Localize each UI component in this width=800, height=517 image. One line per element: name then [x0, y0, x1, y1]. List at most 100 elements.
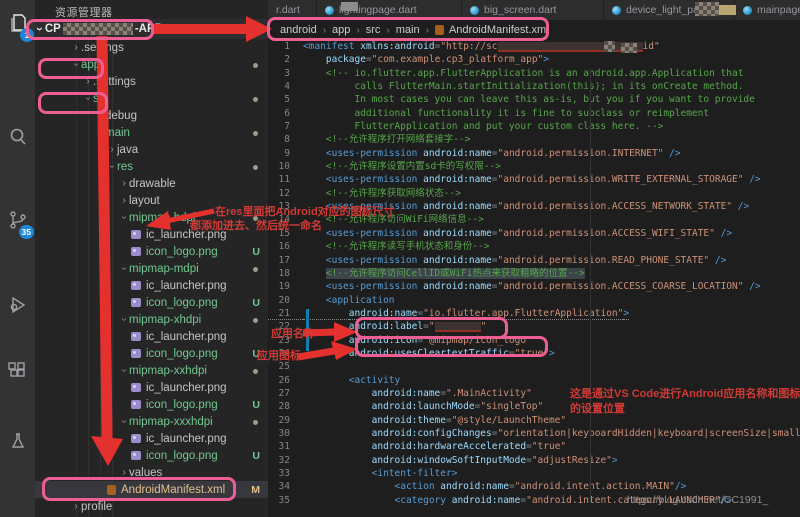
tab-label: big_screen.dart [484, 4, 557, 16]
tree-item-ic_launcher-png[interactable]: ic_launcher.png [35, 328, 268, 345]
tree-item-ic_launcher-png[interactable]: ic_launcher.png [35, 430, 268, 447]
breadcrumb-item-app[interactable]: app [332, 24, 350, 36]
git-changes-dot [253, 318, 258, 323]
tree-item-label: src [93, 92, 109, 105]
tree-item-label: icon_logo.png [146, 398, 218, 411]
git-changes-dot [253, 369, 258, 374]
dart-file-icon [612, 5, 621, 15]
dart-file-icon [743, 5, 752, 15]
tree-item-icon_logo-png[interactable]: icon_logo.png U [35, 294, 268, 311]
test-flask-icon[interactable] [0, 424, 35, 458]
tree-item-label: res [117, 160, 133, 173]
chevron-right-icon: › [86, 76, 90, 87]
watermark-url: https://blog.csdn.net/CC1991_ [627, 494, 769, 506]
tree-item-label: mipmap-mdpi [129, 262, 199, 275]
annotation-icon-tip: 应用图标 [257, 350, 301, 362]
xml-file-icon [107, 484, 116, 495]
breadcrumb-item-androidmanifest.xml[interactable]: AndroidManifest.xml [449, 24, 549, 36]
tree-item-label: profile [81, 500, 113, 513]
code-line-21: 21 android:name="io.flutter.app.FlutterA… [268, 307, 800, 321]
tree-item-mipmap-mdpi[interactable]: › mipmap-mdpi [35, 260, 268, 277]
breadcrumb-item-main[interactable]: main [396, 24, 420, 36]
code-line-19: 19 <uses-permission android:name="androi… [268, 280, 800, 293]
code-line-10: 10 <!--允许程序设置内置sd卡的写权限--> [268, 160, 800, 173]
git-status-badge: M [251, 483, 260, 496]
tab-mainpage-dart[interactable]: mainpage.dart [735, 0, 800, 20]
tree-item-mipmap-xhdpi[interactable]: › mipmap-xhdpi [35, 311, 268, 328]
chevron-down-icon: › [118, 266, 130, 271]
breadcrumb-item-src[interactable]: src [366, 24, 381, 36]
tree-item-ic_launcher-png[interactable]: ic_launcher.png [35, 277, 268, 294]
tree-item-src[interactable]: › src [35, 90, 268, 107]
line-number: 29 [278, 414, 290, 426]
code-line-3: 3 <!-- io.flutter.app.FlutterApplication… [268, 67, 800, 80]
code-line-18: 18 <!--允许程序访问CellID或WiFi热点来获取粗略的位置--> [268, 267, 800, 280]
chevron-right-icon: › [122, 195, 126, 206]
line-number: 4 [284, 81, 290, 93]
censored-project-name [62, 23, 133, 35]
git-changes-dot [253, 131, 258, 136]
chevron-down-icon: › [118, 317, 130, 322]
censored-tab-text-2 [341, 2, 358, 11]
code-line-23: 23 android:icon="@mipmap/icon_logo" [268, 334, 800, 347]
tree-item-drawable[interactable]: › drawable [35, 175, 268, 192]
tree-item-icon_logo-png[interactable]: icon_logo.png U [35, 243, 268, 260]
tree-item-app[interactable]: › app [35, 56, 268, 73]
tree-item-debug[interactable]: › debug [35, 107, 268, 124]
annotation-vscode-tip-1: 这是通过VS Code进行Android应用名称和图标 [570, 388, 800, 400]
explorer-icon[interactable]: 1 [0, 6, 35, 42]
image-file-icon [131, 400, 141, 409]
line-number: 10 [278, 161, 290, 173]
explorer-badge: 1 [20, 28, 34, 42]
line-number: 28 [278, 401, 290, 413]
annotation-res-tip-2: 都添加进去、然后统一命名 [190, 220, 322, 232]
tree-item-icon_logo-png[interactable]: icon_logo.png U [35, 447, 268, 464]
tree-item-icon_logo-png[interactable]: icon_logo.png U [35, 396, 268, 413]
chevron-right-icon: › [122, 178, 126, 189]
code-line-15: 15 <uses-permission android:name="androi… [268, 227, 800, 240]
code-line-33: 33 <intent-filter> [268, 467, 800, 480]
extensions-icon[interactable] [0, 354, 35, 388]
tree-item-main[interactable]: › main [35, 124, 268, 141]
code-line-7: 7 FlutterApplication and put your custom… [268, 120, 800, 133]
tree-item-label: mipmap-xxhdpi [129, 364, 207, 377]
breadcrumb-item-android[interactable]: android [280, 24, 317, 36]
code-editor[interactable]: 1 <manifest xmlns:android="http://sc id" 2 … [268, 40, 800, 517]
tree-item-androidmanifest-xml[interactable]: AndroidManifest.xml M [35, 481, 268, 498]
code-line-1: 1 <manifest xmlns:android="http://sc id" [268, 40, 800, 53]
tree-item-icon_logo-png[interactable]: icon_logo.png U [35, 345, 268, 362]
code-line-29: 29 android:theme="@style/LaunchTheme" [268, 414, 800, 427]
chevron-down-icon: › [70, 62, 82, 67]
tab-big_screen-dart[interactable]: big_screen.dart [462, 0, 604, 20]
dart-file-icon [470, 5, 479, 15]
xml-file-icon [434, 25, 444, 35]
run-debug-icon[interactable] [0, 288, 35, 322]
tree-item-profile[interactable]: › profile [35, 498, 268, 515]
chevron-right-icon: › [122, 467, 126, 478]
breadcrumb[interactable]: android › app › src › main › AndroidManifest.xml [268, 20, 800, 40]
line-number: 26 [278, 374, 290, 386]
image-file-icon [131, 434, 141, 443]
tree-item-label: .settings [93, 75, 136, 88]
tree-item-res[interactable]: › res [35, 158, 268, 175]
source-control-icon[interactable]: 35 [0, 203, 35, 239]
tree-item-mipmap-xxxhdpi[interactable]: › mipmap-xxxhdpi [35, 413, 268, 430]
tree-item--settings[interactable]: › .settings [35, 73, 268, 90]
tab-lightingpage-dart[interactable]: lightingpage.dart [317, 0, 462, 20]
tab-r-dart[interactable]: r.dart [268, 0, 317, 20]
dart-file-icon [325, 5, 334, 15]
code-line-31: 31 android:hardwareAccelerated="true" [268, 440, 800, 453]
line-number: 2 [284, 54, 290, 66]
tree-item-label: debug [105, 109, 137, 122]
tree-item-ic_launcher-png[interactable]: ic_launcher.png [35, 379, 268, 396]
search-icon[interactable] [0, 120, 35, 154]
explorer-toolbar-icons[interactable]: ▫▫▫▫ [220, 22, 258, 33]
tree-item-values[interactable]: › values [35, 464, 268, 481]
code-line-28: 28 android:launchMode="singleTop" [268, 400, 800, 413]
tree-item-java[interactable]: › java [35, 141, 268, 158]
tree-item-label: app [81, 58, 101, 71]
tree-item-mipmap-xxhdpi[interactable]: › mipmap-xxhdpi [35, 362, 268, 379]
tree-item--settings[interactable]: › .settings [35, 39, 268, 56]
git-changes-dot [253, 165, 258, 170]
tree-item-label: values [129, 466, 163, 479]
